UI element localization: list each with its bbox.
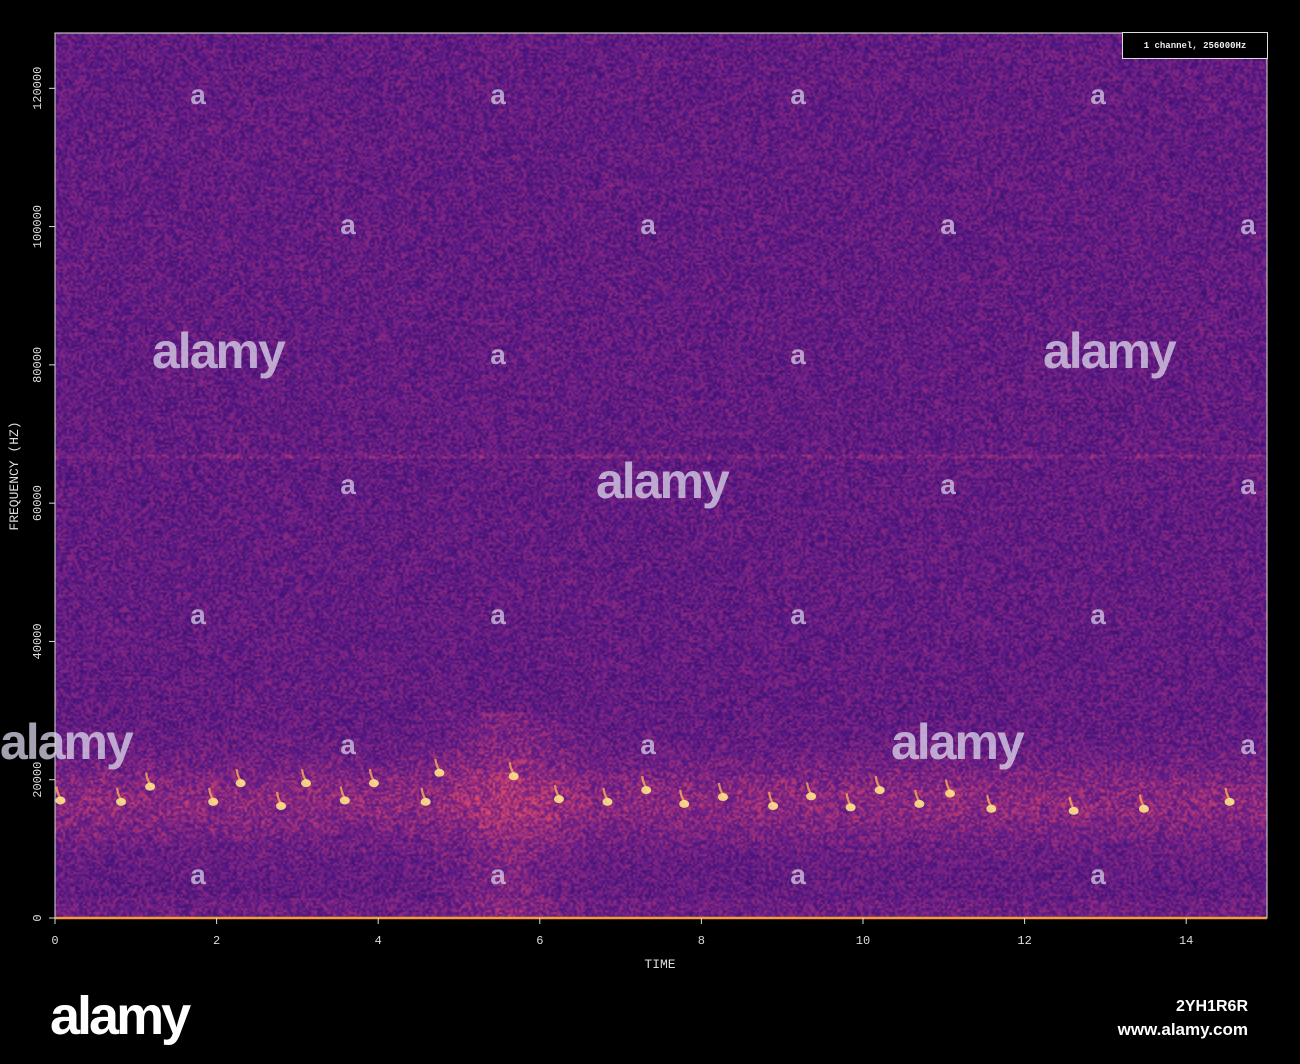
- x-tick-label: 6: [536, 934, 543, 948]
- x-axis-label: TIME: [644, 957, 675, 972]
- watermark-mark: a: [1240, 469, 1256, 500]
- call-mark-low: [1139, 805, 1149, 813]
- watermark-mark: a: [790, 599, 806, 630]
- watermark-mark: a: [190, 599, 206, 630]
- call-mark-low: [1225, 798, 1235, 806]
- watermark-text: alamy: [891, 713, 1023, 771]
- y-axis-label: FREQUENCY (HZ): [7, 421, 22, 530]
- chart-axes: 0 2 4 6 8 10 12 1402000040000600008000010000012…: [0, 0, 1300, 1064]
- call-mark-low: [276, 802, 286, 810]
- call-mark-low: [986, 805, 996, 813]
- call-mark-low: [602, 798, 612, 806]
- watermark-mark: a: [1240, 729, 1256, 760]
- watermark-text: alamy: [152, 322, 284, 380]
- call-mark-low: [55, 796, 65, 804]
- call-mark-low: [554, 795, 564, 803]
- watermark-mark: a: [340, 209, 356, 240]
- y-tick-label: 120000: [31, 67, 45, 110]
- watermark-mark: a: [790, 79, 806, 110]
- x-tick-label: 10: [856, 934, 870, 948]
- call-mark-low: [679, 800, 689, 808]
- call-mark-high: [301, 779, 311, 787]
- call-mark-low: [1069, 807, 1079, 815]
- watermark-text: alamy: [1043, 322, 1175, 380]
- watermark-mark: a: [190, 859, 206, 890]
- chart-legend: 1 channel, 256000Hz: [1122, 32, 1268, 59]
- watermark-mark: a: [790, 859, 806, 890]
- watermark-mark: a: [340, 469, 356, 500]
- watermark-mark: a: [640, 209, 656, 240]
- watermark-text: alamy: [596, 452, 728, 510]
- watermark-mark: a: [940, 209, 956, 240]
- watermark-mark: a: [190, 79, 206, 110]
- watermark-mark: a: [490, 339, 506, 370]
- call-mark-high: [509, 772, 519, 780]
- y-tick-label: 40000: [31, 623, 45, 659]
- call-mark-high: [641, 786, 651, 794]
- call-mark-high: [369, 779, 379, 787]
- watermark-mark: a: [940, 469, 956, 500]
- call-mark-high: [945, 790, 955, 798]
- alamy-logo: alamy: [50, 985, 188, 1047]
- x-tick-label: 2: [213, 934, 220, 948]
- watermark-url: www.alamy.com: [1118, 1020, 1248, 1040]
- call-mark-high: [236, 779, 246, 787]
- y-tick-label: 80000: [31, 347, 45, 383]
- watermark-mark: a: [340, 729, 356, 760]
- x-tick-label: 4: [375, 934, 382, 948]
- watermark-mark: a: [490, 599, 506, 630]
- watermark-mark: a: [490, 79, 506, 110]
- x-tick-label: 14: [1179, 934, 1193, 948]
- watermark-mark: a: [1090, 859, 1106, 890]
- call-mark-low: [208, 798, 218, 806]
- call-mark-low: [806, 792, 816, 800]
- watermark-text: alamy: [0, 713, 132, 771]
- call-mark-low: [914, 800, 924, 808]
- watermark-mark: a: [490, 859, 506, 890]
- watermark-mark: a: [640, 729, 656, 760]
- y-tick-label: 100000: [31, 205, 45, 248]
- x-tick-label: 12: [1017, 934, 1031, 948]
- call-mark-high: [145, 783, 155, 791]
- watermark-mark: a: [1240, 209, 1256, 240]
- y-tick-label: 60000: [31, 485, 45, 521]
- y-tick-label: 0: [31, 914, 45, 921]
- x-tick-label: 8: [698, 934, 705, 948]
- call-mark-low: [116, 798, 126, 806]
- image-id: 2YH1R6R: [1176, 998, 1248, 1016]
- call-mark-high: [434, 769, 444, 777]
- call-mark-low: [421, 798, 431, 806]
- watermark-mark: a: [790, 339, 806, 370]
- x-tick-label: 0: [51, 934, 58, 948]
- call-mark-low: [718, 793, 728, 801]
- call-mark-low: [768, 802, 778, 810]
- watermark-mark: a: [1090, 79, 1106, 110]
- call-mark-high: [875, 786, 885, 794]
- call-mark-low: [846, 803, 856, 811]
- call-mark-low: [340, 796, 350, 804]
- watermark-mark: a: [1090, 599, 1106, 630]
